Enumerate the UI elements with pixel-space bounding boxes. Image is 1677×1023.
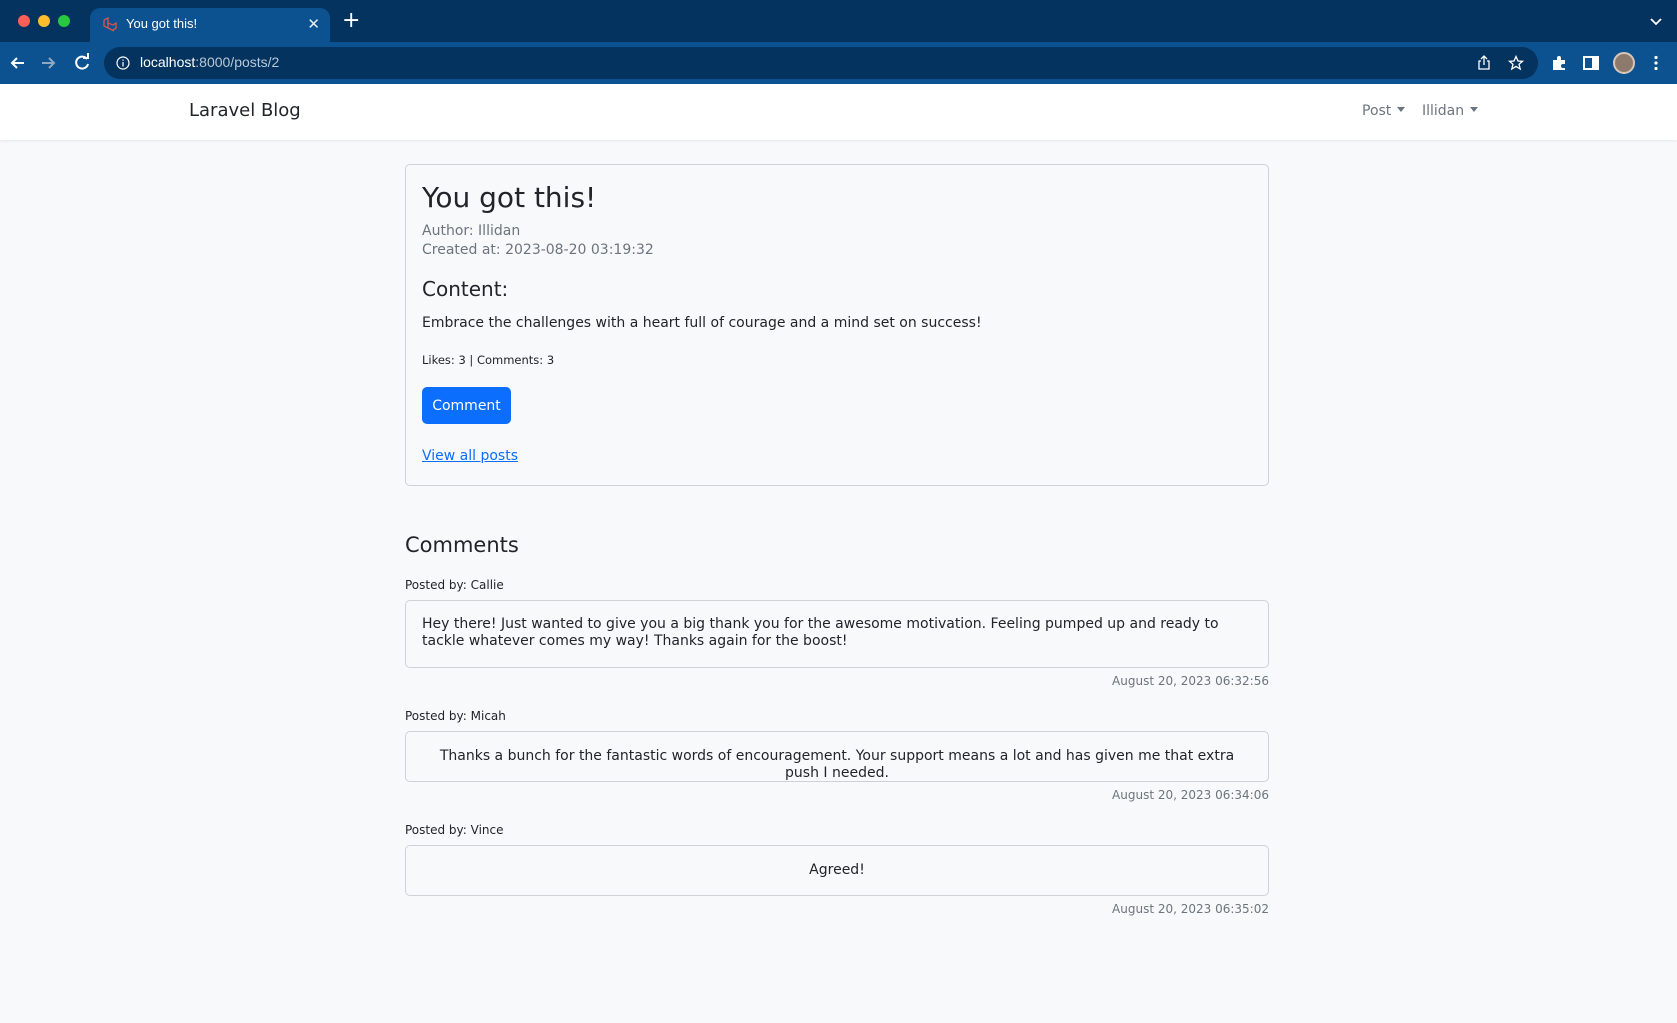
- post-dropdown-label: Post: [1362, 103, 1392, 119]
- forward-arrow-icon[interactable]: [38, 53, 58, 73]
- comments-heading: Comments: [405, 533, 519, 557]
- post-content: Embrace the challenges with a heart full…: [422, 315, 982, 331]
- user-dropdown[interactable]: Illidan: [1422, 103, 1479, 119]
- brand-link[interactable]: Laravel Blog: [189, 100, 301, 121]
- comment-box: Hey there! Just wanted to give you a big…: [405, 600, 1269, 668]
- zoom-window-button[interactable]: [58, 15, 70, 27]
- post-title: You got this!: [422, 181, 597, 214]
- back-arrow-icon[interactable]: [8, 53, 28, 73]
- puzzle-icon[interactable]: [1550, 54, 1568, 72]
- comment-text: Thanks a bunch for the fantastic words o…: [439, 748, 1235, 781]
- new-tab-button[interactable]: +: [342, 10, 360, 32]
- comment-box: Thanks a bunch for the fantastic words o…: [405, 731, 1269, 782]
- tab-close-icon[interactable]: ✕: [307, 15, 320, 33]
- comment-button[interactable]: Comment: [422, 387, 511, 424]
- browser-tab-strip: You got this! ✕ +: [0, 0, 1677, 42]
- app-navbar: Laravel Blog Post Illidan: [0, 84, 1677, 140]
- address-bar[interactable]: localhost:8000/posts/2: [104, 47, 1538, 79]
- share-icon[interactable]: [1476, 55, 1492, 71]
- view-all-posts-link[interactable]: View all posts: [422, 448, 518, 464]
- comment-text: Hey there! Just wanted to give you a big…: [422, 616, 1219, 649]
- kebab-menu-icon[interactable]: [1647, 54, 1665, 72]
- post-author: Author: Illidan: [422, 223, 521, 239]
- url-path: :8000/posts/2: [195, 54, 280, 70]
- post-created-at: Created at: 2023-08-20 03:19:32: [422, 242, 654, 258]
- close-window-button[interactable]: [18, 15, 30, 27]
- post-dropdown[interactable]: Post: [1362, 103, 1406, 119]
- comment-date: August 20, 2023 06:32:56: [1112, 674, 1269, 688]
- reload-icon[interactable]: [72, 53, 92, 73]
- user-dropdown-label: Illidan: [1422, 103, 1465, 119]
- url-text: localhost:8000/posts/2: [140, 54, 279, 70]
- comment-date: August 20, 2023 06:34:06: [1112, 788, 1269, 802]
- post-stats: Likes: 3 | Comments: 3: [422, 353, 555, 367]
- url-host: localhost: [140, 54, 196, 70]
- comment-author: Posted by: Callie: [405, 578, 504, 592]
- post-card: You got this! Author: Illidan Created at…: [405, 164, 1269, 486]
- chevron-down-icon[interactable]: [1649, 14, 1663, 28]
- comment-author: Posted by: Vince: [405, 823, 504, 837]
- comment-date: August 20, 2023 06:35:02: [1112, 902, 1269, 916]
- star-icon[interactable]: [1508, 55, 1524, 71]
- minimize-window-button[interactable]: [38, 15, 50, 27]
- caret-down-icon: [1397, 106, 1406, 112]
- comment-text: Agreed!: [809, 862, 865, 878]
- content-heading: Content:: [422, 277, 509, 301]
- caret-down-icon: [1470, 106, 1479, 112]
- browser-tab[interactable]: You got this! ✕: [90, 8, 330, 42]
- info-icon[interactable]: [116, 56, 130, 70]
- tab-title: You got this!: [126, 16, 198, 31]
- comment-box: Agreed!: [405, 845, 1269, 896]
- side-panel-icon[interactable]: [1582, 54, 1600, 72]
- comment-author: Posted by: Micah: [405, 709, 506, 723]
- browser-toolbar: localhost:8000/posts/2: [0, 42, 1677, 84]
- laravel-favicon-icon: [103, 17, 117, 32]
- profile-avatar[interactable]: [1613, 52, 1635, 74]
